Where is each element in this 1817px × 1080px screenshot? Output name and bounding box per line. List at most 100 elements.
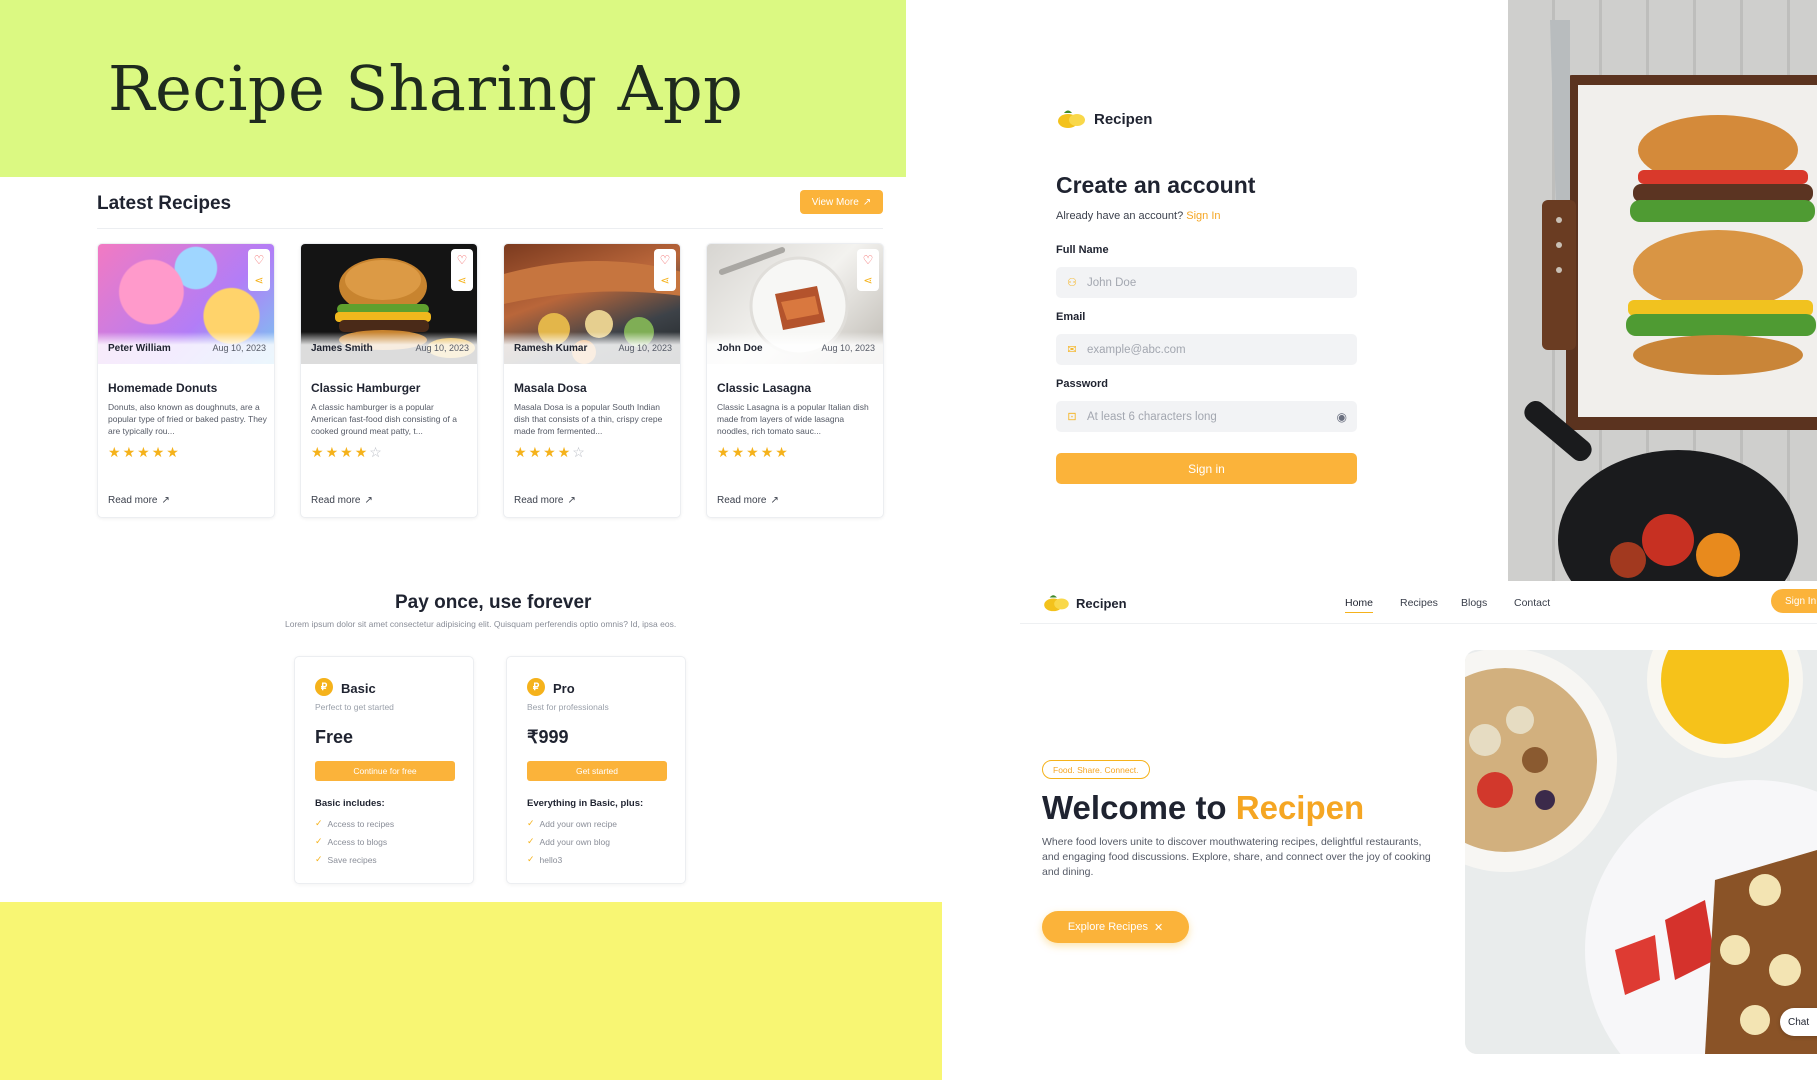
lemon-logo-icon: [1044, 595, 1069, 612]
star-empty-icon: ☆: [572, 444, 585, 460]
password-label: Password: [1056, 378, 1108, 390]
recipe-card-lasagna[interactable]: ♡ ⋖ John Doe Aug 10, 2023 Classic Lasagn…: [706, 243, 884, 518]
email-label: Email: [1056, 311, 1086, 323]
card-meta: James Smith Aug 10, 2023: [301, 332, 477, 364]
welcome-description: Where food lovers unite to discover mout…: [1042, 836, 1431, 878]
card-date: Aug 10, 2023: [618, 343, 672, 353]
mail-icon: ✉: [1067, 344, 1077, 356]
view-more-label: View More: [811, 196, 859, 208]
plan-name: Pro: [553, 681, 575, 696]
card-author: Ramesh Kumar: [514, 342, 588, 354]
feature-label: Access to blogs: [327, 836, 388, 847]
eye-icon[interactable]: ◉: [1337, 410, 1347, 424]
plan-feature: ✓ Save recipes: [315, 854, 377, 865]
email-input[interactable]: [1087, 343, 1347, 356]
get-started-button[interactable]: Get started: [527, 761, 667, 781]
star-filled-icon: ★: [311, 444, 324, 460]
brand-name: Recipen: [1094, 110, 1153, 128]
welcome-prefix: Welcome to: [1042, 789, 1227, 826]
card-description: Donuts, also known as doughnuts, are a p…: [108, 402, 267, 436]
card-meta: Peter William Aug 10, 2023: [98, 332, 274, 364]
card-author: Peter William: [108, 342, 171, 354]
read-more-link[interactable]: Read more ↗: [311, 495, 373, 506]
share-icon[interactable]: ⋖: [254, 274, 263, 287]
card-meta: John Doe Aug 10, 2023: [707, 332, 883, 364]
card-title: Masala Dosa: [514, 381, 587, 395]
star-filled-icon: ★: [514, 444, 527, 460]
pricing-subtitle: Lorem ipsum dolor sit amet consectetur a…: [285, 619, 677, 629]
signup-logo[interactable]: Recipen: [1056, 108, 1152, 130]
nav-sign-in-button[interactable]: Sign In: [1771, 589, 1817, 613]
view-more-button[interactable]: View More ↗: [800, 190, 883, 214]
burger-board-photo: [1508, 0, 1817, 581]
nav-logo[interactable]: Recipen: [1042, 593, 1127, 613]
plan-feature: ✓ Add your own recipe: [527, 818, 617, 829]
heart-icon[interactable]: ♡: [660, 253, 671, 267]
star-filled-icon: ★: [151, 444, 165, 460]
divider: [97, 228, 883, 229]
plan-feature: ✓ Access to recipes: [315, 818, 394, 829]
card-title: Homemade Donuts: [108, 381, 218, 395]
feature-label: hello3: [539, 854, 563, 865]
continue-free-button[interactable]: Continue for free: [315, 761, 455, 781]
star-filled-icon: ★: [746, 444, 759, 460]
read-more-link[interactable]: Read more ↗: [717, 495, 779, 506]
share-icon[interactable]: ⋖: [457, 274, 466, 287]
share-icon[interactable]: ⋖: [660, 274, 669, 287]
password-field[interactable]: ⊡ ◉: [1056, 401, 1357, 432]
sign-in-button[interactable]: Sign in: [1056, 453, 1357, 484]
star-filled-icon: ★: [731, 444, 745, 460]
sign-in-link[interactable]: Sign In: [1186, 210, 1220, 222]
card-actions: ♡ ⋖: [857, 249, 879, 291]
nav-home[interactable]: Home: [1345, 597, 1374, 613]
plan-name: Basic: [341, 681, 376, 696]
password-input[interactable]: [1087, 410, 1328, 423]
star-rating: ★ ★ ★ ★ ★: [717, 444, 788, 461]
read-more-label: Read more: [311, 495, 361, 506]
full-name-input[interactable]: [1087, 276, 1347, 289]
chat-button[interactable]: Chat: [1780, 1008, 1817, 1036]
breakfast-photo: [1465, 650, 1817, 1054]
recipe-card-hamburger[interactable]: ♡ ⋖ James Smith Aug 10, 2023 Classic Ham…: [300, 243, 478, 518]
heart-icon[interactable]: ♡: [863, 253, 874, 267]
card-meta: Ramesh Kumar Aug 10, 2023: [504, 332, 680, 364]
check-icon: ✓: [315, 818, 323, 828]
plan-feature: ✓ Access to blogs: [315, 836, 387, 847]
star-filled-icon: ★: [528, 444, 542, 460]
yellow-footer-band: [0, 902, 942, 1080]
card-actions: ♡ ⋖: [654, 249, 676, 291]
share-icon[interactable]: ⋖: [863, 274, 872, 287]
welcome-accent: Recipen: [1235, 789, 1365, 826]
plan-card-basic: ₽ Basic Perfect to get started Free Cont…: [294, 656, 474, 884]
plan-price: ₹999: [527, 727, 569, 747]
nav-blogs[interactable]: Blogs: [1461, 597, 1487, 609]
have-account-text: Already have an account? Sign In: [1056, 210, 1221, 222]
arrow-up-right-icon: ↗: [862, 196, 872, 208]
card-actions: ♡ ⋖: [451, 249, 473, 291]
arrow-up-right-icon: ↗: [161, 495, 170, 506]
explore-recipes-button[interactable]: Explore Recipes ✕: [1042, 911, 1189, 943]
arrow-up-right-icon: ↗: [364, 495, 373, 506]
read-more-link[interactable]: Read more ↗: [514, 495, 576, 506]
plan-includes: Everything in Basic, plus:: [527, 798, 644, 809]
star-filled-icon: ★: [717, 444, 730, 460]
tagline-badge: Food. Share. Connect.: [1042, 760, 1150, 779]
star-filled-icon: ★: [760, 444, 774, 460]
lemon-logo-icon: [1058, 110, 1085, 128]
star-filled-icon: ★: [543, 444, 556, 460]
feature-label: Save recipes: [327, 854, 377, 865]
heart-icon[interactable]: ♡: [457, 253, 468, 267]
recipe-card-donuts[interactable]: ♡ ⋖ Peter William Aug 10, 2023 Homemade …: [97, 243, 275, 518]
read-more-label: Read more: [717, 495, 767, 506]
heart-icon[interactable]: ♡: [254, 253, 265, 267]
full-name-field[interactable]: ⚇: [1056, 267, 1357, 298]
latest-recipes-heading: Latest Recipes: [97, 193, 232, 214]
email-field[interactable]: ✉: [1056, 334, 1357, 365]
plan-feature: ✓ Add your own blog: [527, 836, 610, 847]
read-more-link[interactable]: Read more ↗: [108, 495, 170, 506]
welcome-title: Welcome to Recipen: [1042, 789, 1364, 827]
star-filled-icon: ★: [137, 444, 150, 460]
nav-contact[interactable]: Contact: [1514, 597, 1550, 609]
recipe-card-dosa[interactable]: ♡ ⋖ Ramesh Kumar Aug 10, 2023 Masala Dos…: [503, 243, 681, 518]
nav-recipes[interactable]: Recipes: [1400, 597, 1438, 609]
